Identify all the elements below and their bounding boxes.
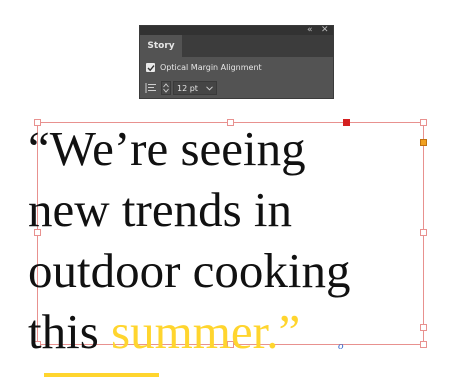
- out-port[interactable]: [420, 324, 427, 331]
- handle-bottom-right[interactable]: [420, 341, 427, 348]
- accent-rule: [44, 373, 159, 377]
- story-line-4: this summer.”: [28, 301, 351, 362]
- handle-middle-right[interactable]: [420, 229, 427, 236]
- handle-top-right[interactable]: [420, 119, 427, 126]
- story-closing-quote: ”: [278, 304, 301, 359]
- overflow-port[interactable]: [420, 139, 427, 146]
- story-line-3: outdoor cooking: [28, 243, 351, 298]
- story-text[interactable]: “We’re seeing new trends in outdoor cook…: [28, 118, 351, 362]
- story-highlight-word: summer.: [111, 304, 279, 359]
- story-line-2: new trends in: [28, 182, 292, 237]
- story-line-4-plain: this: [28, 304, 112, 359]
- story-line-1: “We’re seeing: [28, 121, 306, 176]
